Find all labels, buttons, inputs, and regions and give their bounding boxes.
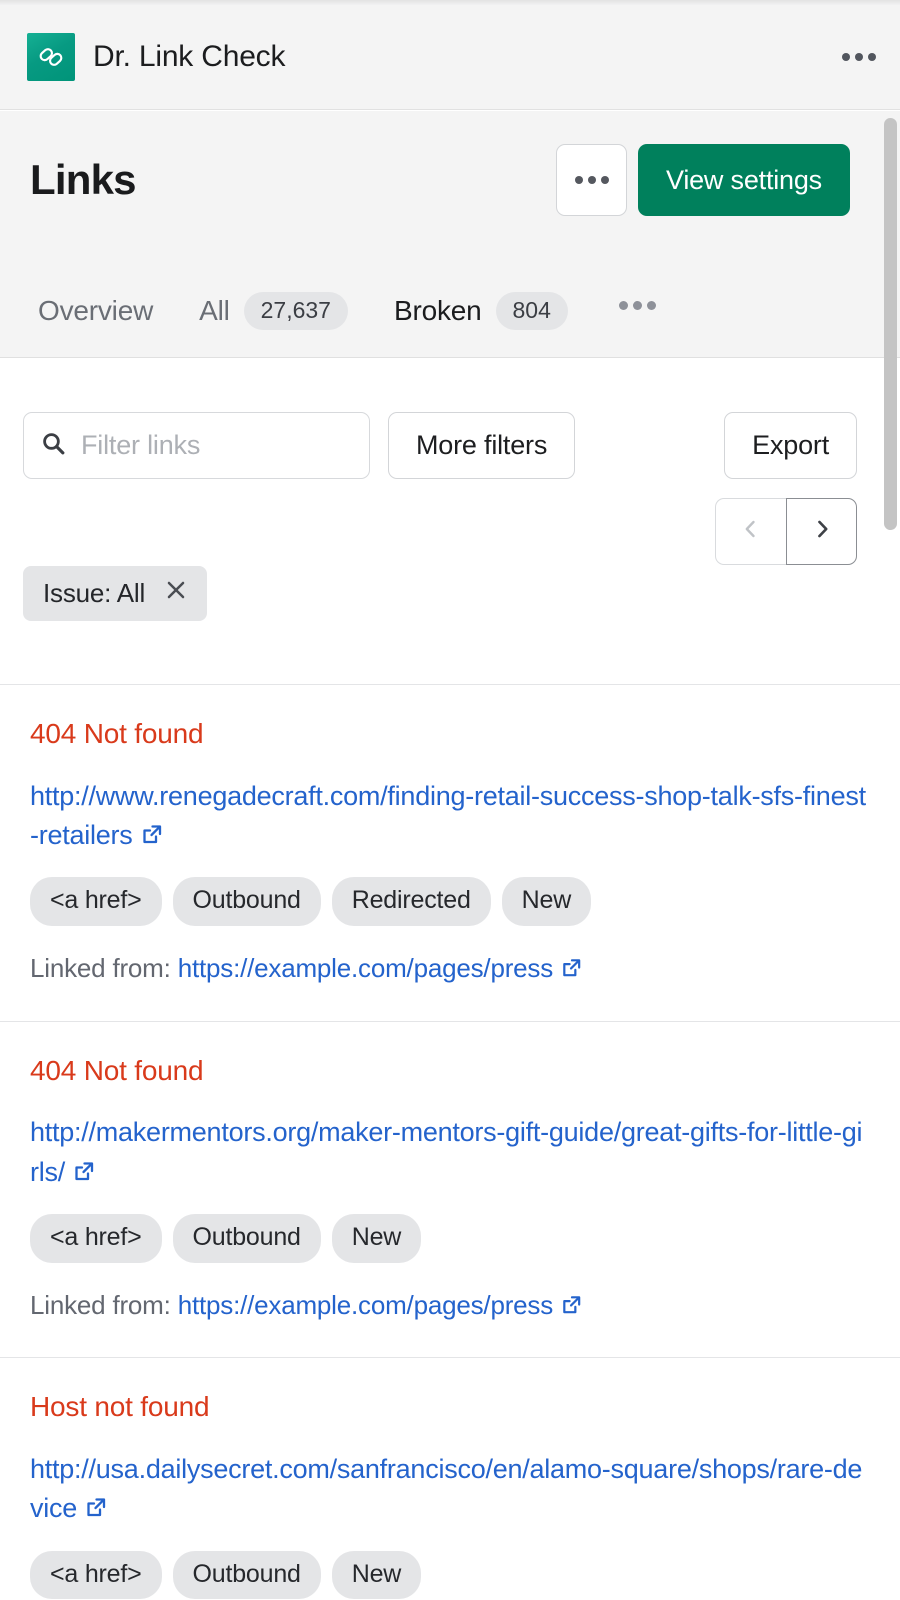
linked-from-label: Linked from: <box>30 1289 171 1320</box>
result-url-line: http://makermentors.org/maker-mentors-gi… <box>30 1113 870 1192</box>
chevron-right-icon <box>810 517 834 546</box>
ellipsis-dot <box>855 53 863 61</box>
tab-count-badge: 27,637 <box>243 292 348 331</box>
chevron-left-icon <box>739 517 763 546</box>
tab-label: Broken <box>393 295 482 326</box>
tag: New <box>331 1550 422 1600</box>
filter-bar: More filters Export <box>0 359 900 684</box>
tag: <a href> <box>30 1214 162 1263</box>
ellipsis-dot <box>587 176 596 184</box>
ellipsis-icon <box>574 176 609 184</box>
pagination <box>715 498 857 565</box>
page-header: Links View settings Overview All 27,637 … <box>0 111 900 369</box>
tag-row: <a href> Outbound New <box>30 1550 870 1600</box>
external-link-icon[interactable] <box>84 1495 108 1524</box>
result-row: 404 Not found http://makermentors.org/ma… <box>0 1020 900 1358</box>
search-icon <box>40 430 67 462</box>
right-controls: Export <box>715 412 857 565</box>
ellipsis-dot <box>618 301 628 310</box>
tag: Redirected <box>331 877 491 927</box>
tab-overview[interactable]: Overview <box>0 271 176 358</box>
linked-from-link[interactable]: https://example.com/pages/press <box>178 1290 554 1320</box>
linked-from-link[interactable]: https://example.com/pages/press <box>178 953 554 983</box>
tab-broken[interactable]: Broken 804 <box>370 271 591 369</box>
tag: New <box>501 877 592 927</box>
results-list: 404 Not found http://www.renegadecraft.c… <box>0 684 900 1600</box>
linked-from: Linked from: https://example.com/pages/p… <box>30 1289 870 1324</box>
ellipsis-dot <box>600 176 609 184</box>
filter-controls-row: More filters Export <box>23 412 857 565</box>
page-more-actions-button[interactable] <box>556 144 627 216</box>
external-link-icon[interactable] <box>560 1291 583 1324</box>
chain-link-icon <box>27 33 75 81</box>
previous-page-button[interactable] <box>715 498 786 565</box>
page-title: Links <box>30 156 137 203</box>
ellipsis-icon <box>618 301 656 310</box>
tab-count-badge: 804 <box>495 292 568 331</box>
ellipsis-dot <box>646 301 656 310</box>
status-badge: 404 Not found <box>30 718 204 749</box>
page-actions: View settings <box>556 144 850 216</box>
tag: <a href> <box>30 877 162 927</box>
app-root: Dr. Link Check Links View settings Overv… <box>0 0 900 1600</box>
tag: New <box>331 1214 422 1263</box>
app-menu-button[interactable] <box>842 53 876 61</box>
tab-overflow-button[interactable] <box>591 271 656 358</box>
tab-label: All <box>199 295 230 326</box>
tab-all[interactable]: All 27,637 <box>176 271 371 358</box>
result-url-link[interactable]: http://usa.dailysecret.com/sanfrancisco/… <box>30 1454 862 1523</box>
ellipsis-dot <box>574 176 583 184</box>
scrollbar-thumb[interactable] <box>884 118 897 530</box>
external-link-icon[interactable] <box>72 1159 96 1188</box>
page-title-row: Links View settings <box>30 141 850 219</box>
page-scrollbar[interactable] <box>884 112 897 1600</box>
view-settings-button[interactable]: View settings <box>638 144 850 216</box>
tag: Outbound <box>172 1214 321 1263</box>
tab-label: Overview <box>38 295 154 326</box>
tag: Outbound <box>172 877 321 927</box>
result-url-link[interactable]: http://makermentors.org/maker-mentors-gi… <box>30 1117 863 1186</box>
filter-chip-issue[interactable]: Issue: All <box>23 566 208 621</box>
status-badge: Host not found <box>30 1391 210 1423</box>
next-page-button[interactable] <box>786 498 857 565</box>
brand: Dr. Link Check <box>27 33 285 81</box>
search-input-wrapper[interactable] <box>23 412 370 479</box>
linked-from: Linked from: https://example.com/pages/p… <box>30 952 870 987</box>
result-row: 404 Not found http://www.renegadecraft.c… <box>0 684 900 1021</box>
tag: Outbound <box>172 1550 321 1600</box>
filter-chip-label: Issue: All <box>43 578 146 608</box>
ellipsis-dot <box>868 53 876 61</box>
external-link-icon[interactable] <box>140 822 164 851</box>
status-badge: 404 Not found <box>30 1054 204 1086</box>
external-link-icon[interactable] <box>560 954 583 987</box>
app-bar: Dr. Link Check <box>0 5 900 110</box>
tab-bar: Overview All 27,637 Broken 804 <box>0 271 900 369</box>
export-button[interactable]: Export <box>724 412 857 479</box>
app-title: Dr. Link Check <box>93 40 286 73</box>
ellipsis-dot <box>632 301 642 310</box>
tag: <a href> <box>30 1550 162 1600</box>
more-filters-button[interactable]: More filters <box>388 412 576 479</box>
result-url-line: http://www.renegadecraft.com/finding-ret… <box>30 777 870 856</box>
tag-row: <a href> Outbound Redirected New <box>30 877 870 927</box>
tag-row: <a href> Outbound New <box>30 1214 870 1263</box>
linked-from-label: Linked from: <box>30 953 171 984</box>
result-url-line: http://usa.dailysecret.com/sanfrancisco/… <box>30 1450 870 1529</box>
close-icon[interactable] <box>163 577 189 610</box>
active-filter-chips: Issue: All <box>23 566 208 621</box>
ellipsis-dot <box>842 53 850 61</box>
result-row: Host not found http://usa.dailysecret.co… <box>0 1357 900 1600</box>
search-input[interactable] <box>81 430 353 461</box>
